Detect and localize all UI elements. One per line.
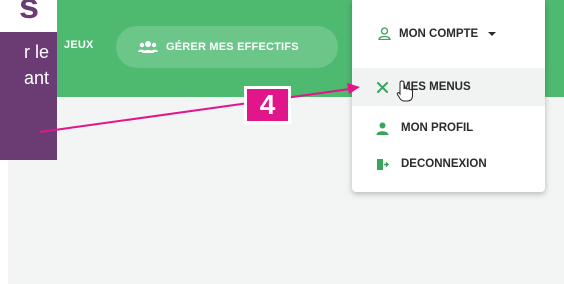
menu-item-label: MON PROFIL bbox=[401, 122, 474, 134]
menu-item-deconnexion[interactable]: DECONNEXION bbox=[352, 145, 545, 183]
nav-item-jeux[interactable]: JEUX bbox=[64, 39, 94, 51]
user-icon bbox=[376, 122, 389, 135]
account-menu-title: MON COMPTE bbox=[399, 27, 479, 40]
hand-cursor-icon bbox=[396, 80, 413, 102]
menu-item-mon-profil[interactable]: MON PROFIL bbox=[352, 109, 545, 147]
account-dropdown-menu: MON COMPTE MES MENUS MON PROFIL DECONNEX… bbox=[352, 0, 545, 192]
manage-staff-label: GÉRER MES EFFECTIFS bbox=[166, 41, 299, 53]
users-icon bbox=[138, 41, 158, 53]
logout-icon bbox=[377, 158, 389, 170]
chevron-down-icon bbox=[488, 31, 497, 36]
callout-header: s bbox=[0, 0, 57, 32]
utensils-icon bbox=[377, 81, 388, 93]
step-number-badge: 4 bbox=[244, 86, 291, 124]
callout-text-line-2: ant bbox=[23, 68, 49, 88]
account-menu-toggle[interactable]: MON COMPTE bbox=[352, 0, 545, 67]
user-outline-icon bbox=[378, 27, 391, 40]
callout-heading: s bbox=[19, 0, 40, 26]
callout-text-line-1: r le bbox=[23, 42, 49, 62]
menu-item-label: DECONNEXION bbox=[401, 158, 487, 170]
menu-item-mes-menus[interactable]: MES MENUS bbox=[352, 68, 545, 106]
manage-staff-button[interactable]: GÉRER MES EFFECTIFS bbox=[116, 26, 338, 68]
tutorial-callout: s r le ant bbox=[0, 0, 57, 160]
